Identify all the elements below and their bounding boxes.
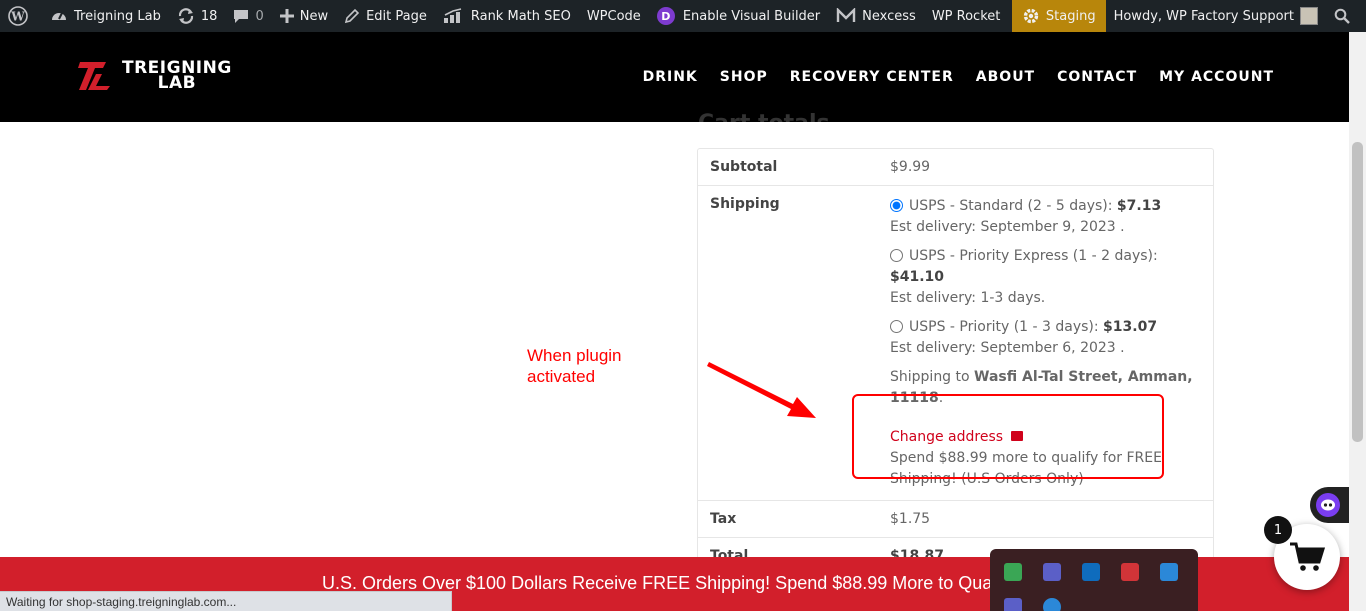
shipping-price: $7.13 <box>1116 198 1162 214</box>
shipping-radio-standard[interactable] <box>890 199 903 212</box>
shipping-price: $13.07 <box>1103 319 1158 335</box>
tray-record-icon[interactable] <box>1121 563 1139 581</box>
pencil-icon <box>344 8 360 24</box>
site-logo[interactable]: TREIGNING LAB <box>76 60 232 92</box>
tray-app-icon[interactable] <box>1004 563 1022 581</box>
nexcess-menu[interactable]: Nexcess <box>828 0 924 32</box>
updates-icon <box>178 8 193 24</box>
gear-icon <box>1023 8 1039 24</box>
annotation-line-2: activated <box>527 367 596 386</box>
logo-line-2: LAB <box>157 73 197 93</box>
annotation-text: When plugin activated <box>527 345 622 387</box>
shipping-to-prefix: Shipping to <box>890 369 975 385</box>
wp-rocket-menu[interactable]: WP Rocket <box>924 0 1009 32</box>
comments-count: 0 <box>255 8 264 24</box>
admin-search[interactable] <box>1326 0 1366 32</box>
updates-count: 18 <box>200 8 218 24</box>
rank-math-menu[interactable]: Rank Math SEO <box>435 0 579 32</box>
subtotal-label: Subtotal <box>710 159 778 175</box>
comments-menu[interactable]: 0 <box>225 0 271 32</box>
shipping-name: USPS - Priority Express (1 - 2 days): <box>909 248 1158 264</box>
site-name: Treigning Lab <box>74 8 161 24</box>
shipping-option-standard-label[interactable]: USPS - Standard (2 - 5 days): $7.13 <box>890 198 1161 214</box>
visual-builder-link[interactable]: D Enable Visual Builder <box>649 0 828 32</box>
shipping-radio-priority-express[interactable] <box>890 249 903 262</box>
shipping-radio-priority[interactable] <box>890 320 903 333</box>
shipping-est: Est delivery: September 9, 2023 . <box>890 219 1125 235</box>
staging-indicator[interactable]: Staging <box>1011 0 1106 32</box>
shipping-option-priority: USPS - Priority (1 - 3 days): $13.07 Est… <box>890 317 1201 359</box>
account-menu[interactable]: Howdy, WP Factory Support <box>1106 0 1326 32</box>
nav-my-account[interactable]: MY ACCOUNT <box>1159 69 1274 85</box>
cart-count-badge: 1 <box>1264 516 1292 544</box>
rank-math-label: Rank Math SEO <box>470 8 571 24</box>
cart-icon <box>1290 542 1325 571</box>
shipping-option-priority-express: USPS - Priority Express (1 - 2 days): $4… <box>890 246 1201 309</box>
shipping-name: USPS - Priority (1 - 3 days): <box>909 319 1104 335</box>
system-tray-popup <box>990 549 1198 611</box>
wordpress-menu[interactable]: W <box>0 0 42 32</box>
annotation-arrow <box>707 362 816 418</box>
subtotal-row: Subtotal $9.99 <box>698 149 1213 186</box>
cart-totals-title: Cart totals <box>698 104 830 122</box>
tray-teams-icon[interactable] <box>1043 563 1061 581</box>
shipping-option-standard: USPS - Standard (2 - 5 days): $7.13 Est … <box>890 196 1201 238</box>
nexcess-label: Nexcess <box>862 8 916 24</box>
wordpress-icon: W <box>8 6 28 26</box>
page-scrollbar[interactable] <box>1349 32 1366 611</box>
new-content-menu[interactable]: New <box>272 0 336 32</box>
site-name-menu[interactable]: Treigning Lab <box>42 0 169 32</box>
nav-contact[interactable]: CONTACT <box>1057 69 1137 85</box>
tax-value: $1.75 <box>890 511 931 527</box>
comments-icon <box>234 10 249 23</box>
shipping-est: Est delivery: 1-3 days. <box>890 290 1046 306</box>
edit-page-label: Edit Page <box>366 8 427 24</box>
edit-page-link[interactable]: Edit Page <box>336 0 435 32</box>
scrollbar-thumb[interactable] <box>1352 142 1363 442</box>
nav-drink[interactable]: DRINK <box>643 69 698 85</box>
shipping-label: Shipping <box>710 196 780 212</box>
wpcode-label: WPCode <box>586 8 641 24</box>
nav-shop[interactable]: SHOP <box>720 69 768 85</box>
shipping-option-priority-express-label[interactable]: USPS - Priority Express (1 - 2 days): $4… <box>890 248 1158 285</box>
divi-icon: D <box>656 7 675 25</box>
admin-bar: W Treigning Lab 18 0 New Edit Page Rank … <box>0 0 1366 32</box>
tax-row: Tax $1.75 <box>698 501 1213 538</box>
nav-recovery-center[interactable]: RECOVERY CENTER <box>790 69 954 85</box>
tray-shield-icon[interactable] <box>1160 563 1178 581</box>
nav-about[interactable]: ABOUT <box>976 69 1035 85</box>
search-icon <box>1334 8 1350 24</box>
logo-text: TREIGNING LAB <box>122 60 232 93</box>
visual-builder-label: Enable Visual Builder <box>682 8 821 24</box>
shipping-option-priority-label[interactable]: USPS - Priority (1 - 3 days): $13.07 <box>890 319 1157 335</box>
admin-bar-secondary: Staging Howdy, WP Factory Support <box>1011 0 1366 32</box>
svg-text:W: W <box>10 10 25 24</box>
shipping-price: $41.10 <box>890 269 945 285</box>
updates-menu[interactable]: 18 <box>169 0 226 32</box>
avatar <box>1300 7 1318 25</box>
nexcess-icon <box>836 8 856 22</box>
tray-teams-icon-2[interactable] <box>1004 598 1022 611</box>
annotation-highlight-box <box>852 394 1164 479</box>
tray-bluetooth-icon[interactable] <box>1043 598 1061 611</box>
wp-rocket-label: WP Rocket <box>931 8 1001 24</box>
subtotal-value: $9.99 <box>890 159 931 175</box>
shipping-est: Est delivery: September 6, 2023 . <box>890 340 1125 356</box>
dashboard-icon <box>52 12 66 20</box>
new-label: New <box>299 8 329 24</box>
site-header: TREIGNING LAB DRINK SHOP RECOVERY CENTER… <box>0 32 1366 122</box>
browser-status-bar: Waiting for shop-staging.treigninglab.co… <box>0 591 452 611</box>
chat-icon <box>1316 493 1340 517</box>
annotation-line-1: When plugin <box>527 346 622 365</box>
tax-label: Tax <box>710 511 737 527</box>
staging-label: Staging <box>1045 8 1096 24</box>
tray-outlook-icon[interactable] <box>1082 563 1100 581</box>
logo-mark <box>76 60 120 92</box>
howdy-label: Howdy, WP Factory Support <box>1113 8 1294 24</box>
plus-icon <box>279 9 294 23</box>
rank-math-icon <box>443 8 462 23</box>
wpcode-menu[interactable]: WPCode <box>579 0 649 32</box>
shipping-name: USPS - Standard (2 - 5 days): <box>909 198 1117 214</box>
